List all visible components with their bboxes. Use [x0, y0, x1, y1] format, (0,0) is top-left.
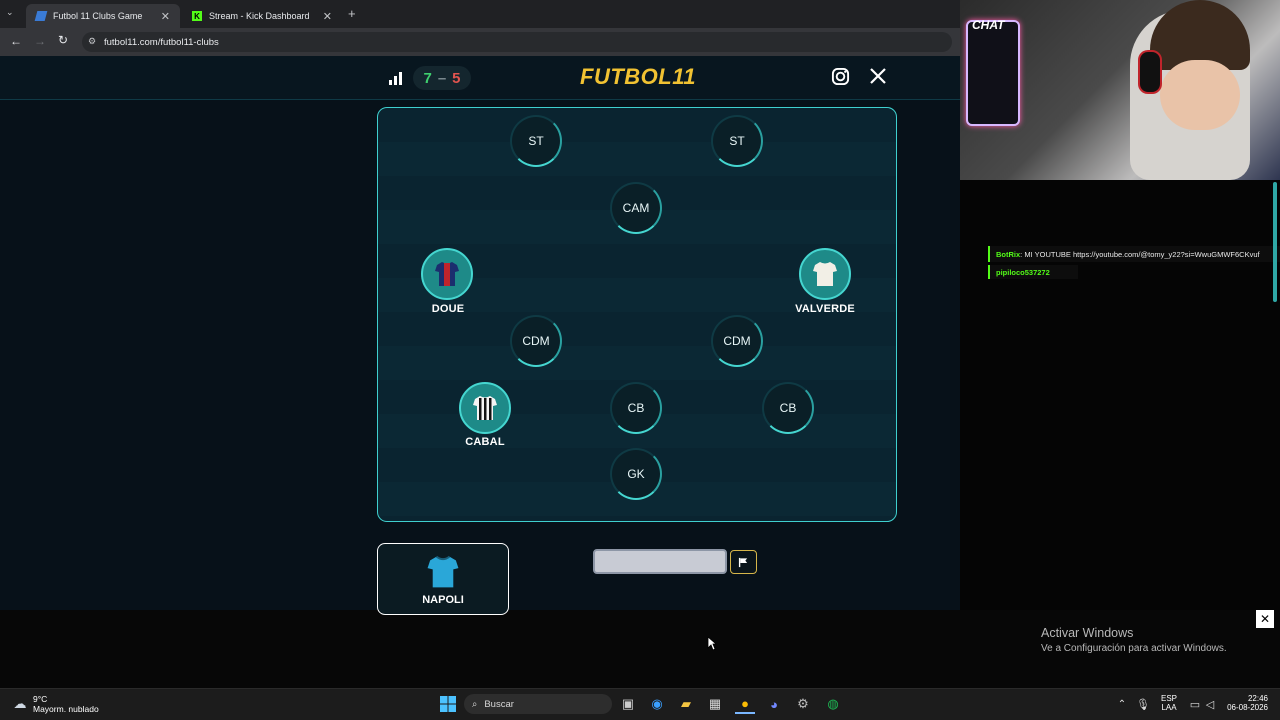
tab-kick-dashboard[interactable]: K Stream - Kick Dashboard ✕ [182, 4, 342, 28]
position-label: ST [729, 134, 745, 148]
position-slot-gk[interactable]: GK [610, 448, 662, 500]
search-icon: ⌕ [472, 698, 478, 710]
position-label: GK [627, 467, 645, 481]
tray-overflow-icon[interactable]: ⌃ [1112, 694, 1132, 714]
windows-activation-watermark: Activar Windows Ve a Configuración para … [1041, 626, 1227, 654]
club-name: NAPOLI [422, 594, 464, 606]
weather-desc: Mayorm. nublado [33, 704, 99, 714]
chat-text: : MI YOUTUBE https://youtube.com/@tomy_y… [1020, 249, 1260, 259]
instagram-icon[interactable] [831, 67, 850, 91]
weather-widget[interactable]: 9°C Mayorm. nublado [33, 694, 99, 714]
discord-icon[interactable]: ◕ [764, 694, 784, 714]
language-indicator[interactable]: ESP LAA [1161, 694, 1177, 712]
new-tab-icon[interactable]: + [348, 6, 356, 21]
position-label: CDM [723, 334, 751, 348]
site-header [0, 56, 960, 100]
futbol11-favicon-icon [34, 11, 48, 21]
close-popup-icon[interactable]: ✕ [1256, 610, 1274, 628]
position-label: CB [627, 401, 645, 415]
chat-overlay-box [966, 20, 1020, 126]
position-slot-cb-right[interactable]: CB [762, 382, 814, 434]
tab-title: Futbol 11 Clubs Game [53, 11, 143, 21]
chat-message: BotRix : MI YOUTUBE https://youtube.com/… [988, 246, 1280, 262]
close-tab-icon[interactable]: ✕ [323, 10, 332, 23]
position-label: CAM [622, 201, 650, 215]
chat-message: pipiloco537272 [988, 265, 1078, 279]
url-text: futbol11.com/futbol11-clubs [104, 36, 219, 48]
mouse-cursor-icon [707, 636, 718, 656]
jersey-icon [813, 262, 837, 286]
tab-list-chevron-icon[interactable]: ⌄ [6, 7, 14, 18]
position-slot-cdm-left[interactable]: CDM [510, 315, 562, 367]
position-slot-valverde[interactable] [799, 248, 851, 300]
clock[interactable]: 22:46 06-08-2026 [1224, 694, 1268, 712]
give-up-flag-button[interactable] [730, 550, 757, 574]
store-icon[interactable]: ▦ [705, 694, 725, 714]
napoli-jersey-icon [427, 555, 459, 588]
chat-overlay-label: CHAT [972, 18, 1005, 32]
windows-taskbar [0, 688, 1280, 720]
watermark-title: Activar Windows [1041, 626, 1134, 640]
headset-icon [1138, 50, 1162, 94]
position-label: CDM [522, 334, 550, 348]
taskbar-search[interactable]: ⌕ Buscar [464, 694, 612, 714]
position-slot-cabal[interactable] [459, 382, 511, 434]
position-slot-cam[interactable]: CAM [610, 182, 662, 234]
back-icon[interactable]: ← [10, 34, 22, 48]
reload-icon[interactable]: ↻ [58, 33, 68, 47]
score-badge: 7 – 5 [413, 66, 471, 90]
volume-icon[interactable]: ◁ [1200, 694, 1220, 714]
flag-icon [738, 557, 748, 567]
chat-scrollbar[interactable] [1273, 182, 1277, 302]
position-slot-st-right[interactable]: ST [711, 115, 763, 167]
settings-app-icon[interactable]: ⚙ [793, 694, 813, 714]
position-slot-cb-center[interactable]: CB [610, 382, 662, 434]
weather-cloud-icon[interactable]: ☁ [10, 694, 30, 714]
language-code: ESP [1161, 694, 1178, 703]
weather-temp: 9°C [33, 694, 48, 704]
player-guess-input[interactable] [593, 549, 727, 574]
microphone-icon[interactable]: 🎙 [1133, 694, 1153, 714]
jersey-icon [435, 262, 459, 286]
score-separator: – [437, 69, 447, 87]
spotify-icon[interactable]: ◍ [823, 694, 843, 714]
chat-username: BotRix [996, 249, 1021, 259]
position-label: ST [528, 134, 544, 148]
file-explorer-icon[interactable]: ▰ [676, 694, 696, 714]
watermark-subtitle: Ve a Configuración para activar Windows. [1041, 643, 1227, 654]
stats-icon[interactable] [388, 70, 404, 91]
forward-icon[interactable]: → [34, 34, 46, 48]
clock-time: 22:46 [1247, 694, 1268, 703]
player-name-valverde: VALVERDE [795, 303, 855, 315]
player-name-cabal: CABAL [465, 436, 505, 448]
chrome-icon[interactable]: ● [735, 694, 755, 714]
score-losses: 5 [452, 69, 461, 87]
jersey-icon [473, 396, 497, 420]
task-view-icon[interactable]: ▣ [618, 694, 638, 714]
site-logo[interactable]: FUTBOL11 [580, 64, 696, 90]
player-name-doue: DOUE [431, 303, 465, 315]
kick-favicon-icon: K [192, 11, 202, 21]
layout-code: LAA [1161, 703, 1177, 712]
position-label: CB [779, 401, 797, 415]
tab-futbol11[interactable]: Futbol 11 Clubs Game ✕ [26, 4, 180, 28]
score-wins: 7 [423, 69, 432, 87]
address-bar[interactable]: ⚙ futbol11.com/futbol11-clubs [82, 32, 952, 52]
position-slot-cdm-right[interactable]: CDM [711, 315, 763, 367]
clock-date: 06-08-2026 [1227, 703, 1268, 712]
tab-title: Stream - Kick Dashboard [209, 11, 310, 21]
chat-username: pipiloco537272 [996, 267, 1050, 277]
streamer-face [1160, 60, 1240, 130]
site-info-icon[interactable]: ⚙ [88, 36, 96, 47]
windows-start-icon[interactable] [438, 694, 458, 714]
position-slot-st-left[interactable]: ST [510, 115, 562, 167]
close-tab-icon[interactable]: ✕ [161, 10, 170, 23]
club-card: NAPOLI [377, 543, 509, 615]
search-label: Buscar [484, 698, 514, 710]
x-twitter-icon[interactable] [869, 67, 887, 90]
edge-icon[interactable]: ◉ [647, 694, 667, 714]
position-slot-doue[interactable] [421, 248, 473, 300]
